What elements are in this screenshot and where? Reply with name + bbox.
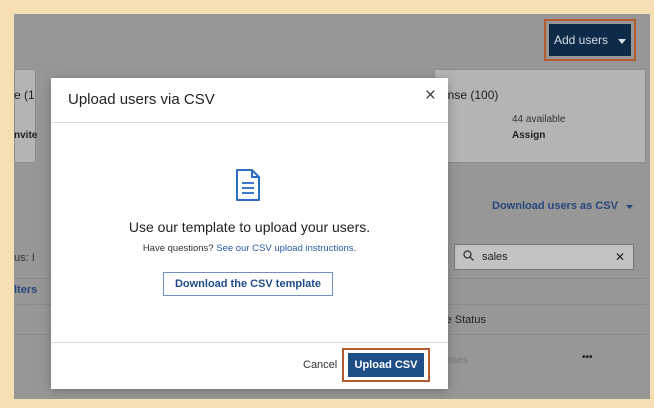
download-users-csv-button[interactable]: Download users as CSV xyxy=(492,200,633,212)
questions-text: Have questions? xyxy=(142,243,214,254)
available-count: 44 available xyxy=(512,114,566,125)
download-users-csv-label: Download users as CSV xyxy=(492,200,618,212)
license-card-left-title: e (1 xyxy=(14,88,35,102)
search-icon xyxy=(463,250,474,264)
csv-instructions-link[interactable]: See our CSV upload instructions xyxy=(216,243,353,254)
status-filter-label[interactable]: us: I xyxy=(14,252,35,264)
upload-csv-modal: Upload users via CSV × Use our template … xyxy=(51,78,448,389)
instructions-suffix: . xyxy=(353,243,357,254)
cancel-button[interactable]: Cancel xyxy=(303,359,337,371)
license-card-right: cense (100) ite 44 available Assign xyxy=(434,69,646,163)
document-icon xyxy=(235,168,261,202)
upload-csv-button[interactable]: Upload CSV xyxy=(348,353,424,377)
close-icon[interactable]: × xyxy=(425,86,436,105)
caret-down-icon xyxy=(625,200,633,212)
clear-search-icon[interactable]: ✕ xyxy=(615,250,625,264)
modal-title: Upload users via CSV xyxy=(68,91,215,108)
add-users-label: Add users xyxy=(553,33,609,47)
search-value: sales xyxy=(482,251,508,263)
invite-link[interactable]: nvite xyxy=(14,130,37,141)
license-card-left: e (1 nvite xyxy=(14,69,37,163)
modal-help-text: Have questions? See our CSV upload instr… xyxy=(51,243,448,254)
modal-header-divider xyxy=(51,122,448,123)
app-window: Add users e (1 nvite cense (100) ite 44 … xyxy=(14,14,650,399)
download-csv-template-button[interactable]: Download the CSV template xyxy=(163,272,333,296)
more-actions-icon[interactable]: ••• xyxy=(582,352,593,363)
add-users-button[interactable]: Add users xyxy=(549,24,631,56)
modal-footer-divider xyxy=(51,342,448,343)
modal-heading: Use our template to upload your users. xyxy=(128,219,371,235)
caret-down-icon xyxy=(618,33,627,47)
assign-link[interactable]: Assign xyxy=(512,130,545,141)
filters-link[interactable]: lters xyxy=(14,284,37,296)
search-input[interactable]: sales ✕ xyxy=(454,244,634,270)
